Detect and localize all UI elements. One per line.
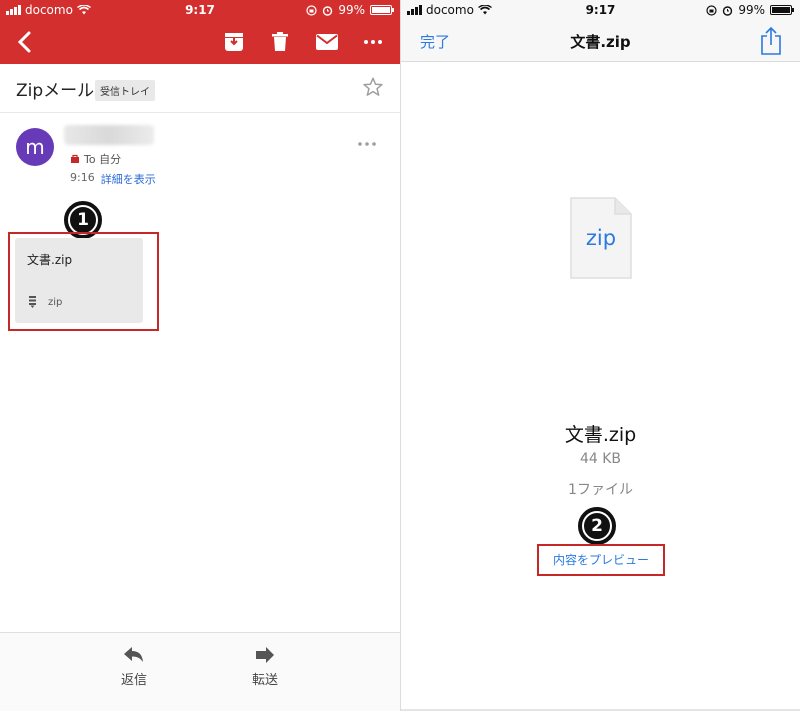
quicklook-screen: docomo 9:17 99% 完了 文書.zip zip 文書.zip 44 … [401, 0, 800, 711]
forward-button[interactable]: 転送 [235, 647, 295, 697]
sender-name-redacted [64, 125, 154, 145]
zip-file-icon [29, 296, 36, 308]
gmail-screen: docomo 9:17 99% Zipメール 受信トレイ m To 自分 9:1… [0, 0, 400, 711]
inbox-label-chip[interactable]: 受信トレイ [95, 80, 155, 101]
rotation-lock-icon [706, 4, 717, 16]
email-subject: Zipメール [16, 81, 95, 101]
status-bar: docomo 9:17 99% [401, 0, 800, 20]
step-1-number: 1 [68, 205, 98, 235]
quicklook-title: 文書.zip [570, 33, 631, 51]
delete-button[interactable] [266, 28, 294, 56]
reply-label: 返信 [120, 673, 147, 688]
status-bar: docomo 9:17 99% [0, 0, 400, 20]
quicklook-header: docomo 9:17 99% 完了 文書.zip [401, 0, 800, 62]
battery-percent: 99% [738, 3, 765, 17]
important-label-icon [71, 154, 79, 163]
recipient-line: To 自分 [70, 151, 121, 167]
reply-button[interactable]: 返信 [104, 647, 164, 697]
battery-percent: 99% [338, 3, 365, 17]
message-time: 9:16 [70, 171, 95, 184]
trash-icon [272, 32, 288, 51]
attachment-name: 文書.zip [27, 253, 73, 267]
back-button[interactable] [8, 24, 40, 60]
gmail-header: docomo 9:17 99% [0, 0, 400, 64]
recipient-text: To 自分 [84, 153, 122, 166]
message-more-button[interactable] [358, 131, 382, 146]
star-icon [363, 77, 383, 96]
file-icon-extension: zip [585, 226, 617, 250]
mail-icon [316, 34, 338, 50]
alarm-icon [723, 5, 733, 16]
share-icon [761, 26, 781, 55]
more-button[interactable] [358, 28, 388, 56]
show-details-link[interactable]: 詳細を表示 [101, 171, 156, 187]
share-button[interactable] [760, 26, 784, 55]
attachment-card[interactable]: 文書.zip zip [15, 238, 143, 323]
time-line: 9:16 詳細を表示 [70, 171, 156, 187]
archive-icon [225, 33, 243, 51]
zip-file-icon: zip [569, 196, 633, 280]
gmail-toolbar [0, 20, 400, 64]
preview-contents-link[interactable]: 内容をプレビュー [537, 551, 665, 568]
step-2-badge: 2 [578, 507, 616, 545]
step-2-number: 2 [582, 511, 612, 541]
alarm-icon [323, 5, 333, 16]
attachment-type-label: zip [48, 296, 63, 308]
mark-unread-button[interactable] [312, 28, 342, 56]
forward-icon [256, 647, 274, 663]
sender-avatar[interactable]: m [16, 128, 54, 166]
battery-icon [770, 5, 794, 15]
more-horizontal-icon [358, 142, 376, 146]
bottom-action-bar: 返信 転送 [0, 632, 400, 711]
forward-label: 転送 [251, 673, 278, 688]
sender-row: m To 自分 9:16 詳細を表示 [0, 113, 400, 193]
file-count: 1ファイル [568, 482, 633, 498]
more-horizontal-icon [364, 40, 382, 44]
reply-icon [124, 647, 143, 662]
file-size: 44 KB [579, 451, 622, 467]
chevron-left-icon [17, 31, 31, 53]
rotation-lock-icon [306, 4, 317, 16]
file-name: 文書.zip [564, 424, 637, 446]
subject-row: Zipメール 受信トレイ [0, 64, 400, 113]
attachment-type: zip [29, 296, 62, 308]
status-right: 99% [306, 3, 394, 17]
archive-button[interactable] [220, 28, 248, 56]
battery-icon [370, 5, 394, 15]
status-right: 99% [706, 3, 794, 17]
star-button[interactable] [362, 76, 386, 100]
